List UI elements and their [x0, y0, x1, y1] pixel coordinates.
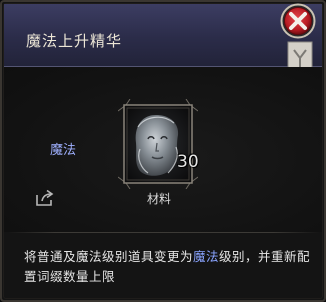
close-button[interactable] [278, 3, 318, 41]
description-text-1: 将普通及魔法级别道具变更为 [24, 249, 194, 264]
item-icon-frame[interactable] [118, 99, 198, 189]
item-description: 将普通及魔法级别道具变更为魔法级别，并重新配置词缀数量上限 [24, 247, 314, 287]
item-title: 魔法上升精华 [26, 32, 123, 50]
divider [8, 232, 320, 233]
share-icon[interactable] [35, 189, 55, 207]
description-highlight: 魔法 [193, 249, 220, 264]
female-face-essence-icon [135, 115, 179, 176]
tooltip-header: 魔法上升精华 [4, 4, 322, 67]
item-tooltip-panel: 魔法上升精华 魔法 30 材料 将普通及魔法级别道具变更为魔法级别，并重新配置词… [0, 0, 326, 302]
item-type-label: 魔法 [50, 143, 77, 158]
item-stack-count: 30 [177, 152, 199, 172]
item-category-label: 材料 [146, 192, 171, 206]
